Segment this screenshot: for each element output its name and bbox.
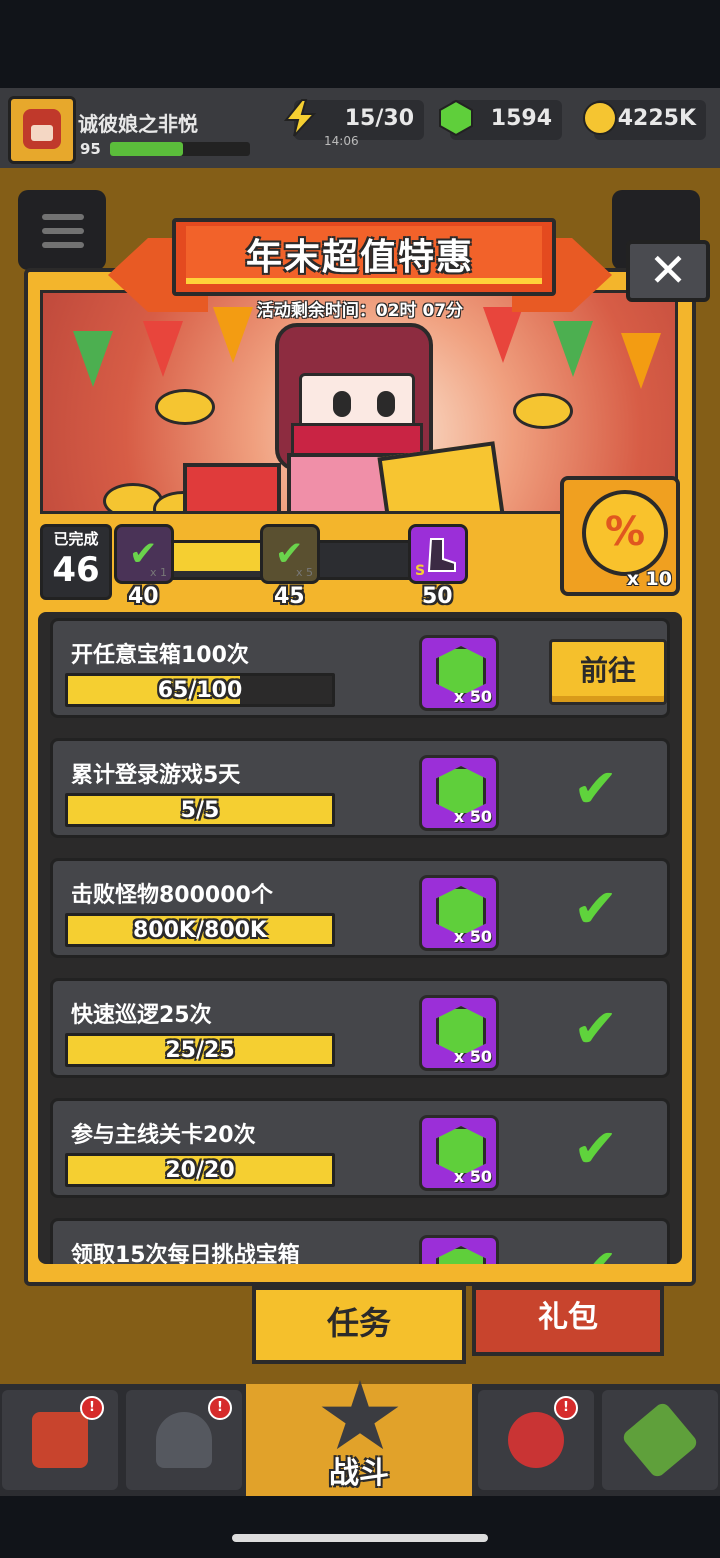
task-reward[interactable]: x 50 <box>419 1115 499 1191</box>
player-level: 95 <box>80 140 101 158</box>
notification-badge: ! <box>554 1396 578 1420</box>
task-progress-text: 20/20 <box>165 1158 235 1183</box>
task-progress-bar: 20/20 <box>65 1153 335 1187</box>
gem-icon <box>439 99 473 137</box>
check-icon: ✔ <box>573 1241 618 1265</box>
nav-fight-label: 战斗 <box>329 1456 389 1491</box>
task-progress-bar: 800K/800K <box>65 913 335 947</box>
task-list[interactable]: 开任意宝箱100次 65/100 x 50 前往 累计登录游戏5天 5/5 x 50 ✔ 击败怪… <box>38 612 682 1264</box>
nav-events[interactable]: ! <box>478 1390 594 1490</box>
avatar-face-icon <box>23 109 61 149</box>
milestone-label: 45 <box>274 584 305 609</box>
task-row: 参与主线关卡20次 20/20 x 50 ✔ <box>50 1098 670 1198</box>
task-name: 快速巡逻25次 <box>71 1003 212 1028</box>
player-name: 诚彼娘之非悦 <box>78 112 198 136</box>
notification-badge: ! <box>208 1396 232 1420</box>
task-progress-bar: 65/100 <box>65 673 335 707</box>
reward-qty: x 50 <box>453 1167 492 1186</box>
gem-value: 1594 <box>490 106 552 131</box>
task-reward[interactable] <box>419 1235 499 1264</box>
task-row: 快速巡逻25次 25/25 x 50 ✔ <box>50 978 670 1078</box>
task-progress-bar: 25/25 <box>65 1033 335 1067</box>
task-name: 开任意宝箱100次 <box>71 643 249 668</box>
status-bar <box>0 0 720 88</box>
task-progress-bar: 5/5 <box>65 793 335 827</box>
xp-bar-fill <box>110 142 183 156</box>
coin-value: 4225K <box>617 106 696 131</box>
milestone-label: 50 <box>422 584 453 609</box>
armor-icon <box>156 1412 212 1468</box>
coupon-qty: x 10 <box>626 568 672 590</box>
task-reward[interactable]: x 50 <box>419 995 499 1071</box>
milestone-reward-45[interactable]: ✔ x 5 <box>260 524 320 584</box>
check-icon: ✔ <box>573 1117 619 1180</box>
tab-gift-pack[interactable]: 礼包 <box>472 1286 664 1356</box>
task-name: 参与主线关卡20次 <box>71 1123 256 1148</box>
task-progress-text: 800K/800K <box>133 918 267 943</box>
nav-equipment[interactable]: ! <box>126 1390 242 1490</box>
energy-counter[interactable]: 15/30 <box>283 99 424 140</box>
completed-label: 已完成 <box>53 530 99 548</box>
gem-counter[interactable]: 1594 <box>439 99 562 140</box>
task-reward[interactable]: x 50 <box>419 755 499 831</box>
home-area <box>0 1496 720 1558</box>
boots-icon <box>427 538 456 572</box>
task-row: 领取15次每日挑战宝箱 ✔ <box>50 1218 670 1264</box>
completed-count: 46 <box>52 550 100 590</box>
gift-box-icon <box>183 463 281 511</box>
dialog-title: 年末超值特惠 <box>245 237 474 278</box>
rank-badge: S <box>415 563 426 579</box>
nav-scroll[interactable] <box>602 1390 718 1490</box>
task-row: 开任意宝箱100次 65/100 x 50 前往 <box>50 618 670 718</box>
close-button[interactable]: ✕ <box>626 240 710 302</box>
reward-qty: x 50 <box>453 807 492 826</box>
check-icon: ✔ <box>573 757 619 820</box>
energy-bolt-icon <box>283 99 317 137</box>
scroll-icon <box>620 1400 700 1480</box>
task-reward[interactable]: x 50 <box>419 635 499 711</box>
task-progress-text: 5/5 <box>180 798 220 823</box>
task-name: 累计登录游戏5天 <box>71 763 241 788</box>
notification-badge: ! <box>80 1396 104 1420</box>
energy-timer: 14:06 <box>324 134 359 148</box>
home-indicator[interactable] <box>232 1534 488 1542</box>
task-row: 击败怪物800000个 800K/800K x 50 ✔ <box>50 858 670 958</box>
gem-icon <box>436 1246 486 1264</box>
avatar[interactable] <box>8 96 76 164</box>
milestone-label: 40 <box>128 584 159 609</box>
energy-value: 15/30 <box>344 106 414 131</box>
task-progress-text: 25/25 <box>165 1038 235 1063</box>
milestone-reward-40[interactable]: ✔ x 1 <box>114 524 174 584</box>
task-name: 击败怪物800000个 <box>71 883 273 908</box>
check-icon: ✔ <box>573 997 619 1060</box>
task-reward[interactable]: x 50 <box>419 875 499 951</box>
task-progress-text: 65/100 <box>157 678 243 703</box>
milestone-reward-50[interactable]: S <box>408 524 468 584</box>
percent-icon: % <box>582 490 668 576</box>
nav-fight[interactable]: 战斗 <box>246 1380 472 1496</box>
event-timer: 活动剩余时间：02时 07分 <box>256 301 464 321</box>
tab-tasks[interactable]: 任务 <box>252 1286 466 1364</box>
coin-counter[interactable]: 4225K <box>583 100 706 140</box>
nav-shop[interactable]: ! <box>2 1390 118 1490</box>
shop-icon <box>32 1412 88 1468</box>
go-button[interactable]: 前往 <box>549 639 667 705</box>
reward-qty: x 50 <box>453 927 492 946</box>
reward-qty: x 50 <box>453 1047 492 1066</box>
task-name: 领取15次每日挑战宝箱 <box>71 1243 300 1264</box>
task-row: 累计登录游戏5天 5/5 x 50 ✔ <box>50 738 670 838</box>
medal-icon <box>508 1412 564 1468</box>
star-icon <box>321 1380 399 1450</box>
reward-qty: x 50 <box>453 687 492 706</box>
check-icon: ✔ <box>573 877 619 940</box>
discount-coupon[interactable]: % x 10 <box>560 476 680 596</box>
coin-icon <box>583 101 617 135</box>
